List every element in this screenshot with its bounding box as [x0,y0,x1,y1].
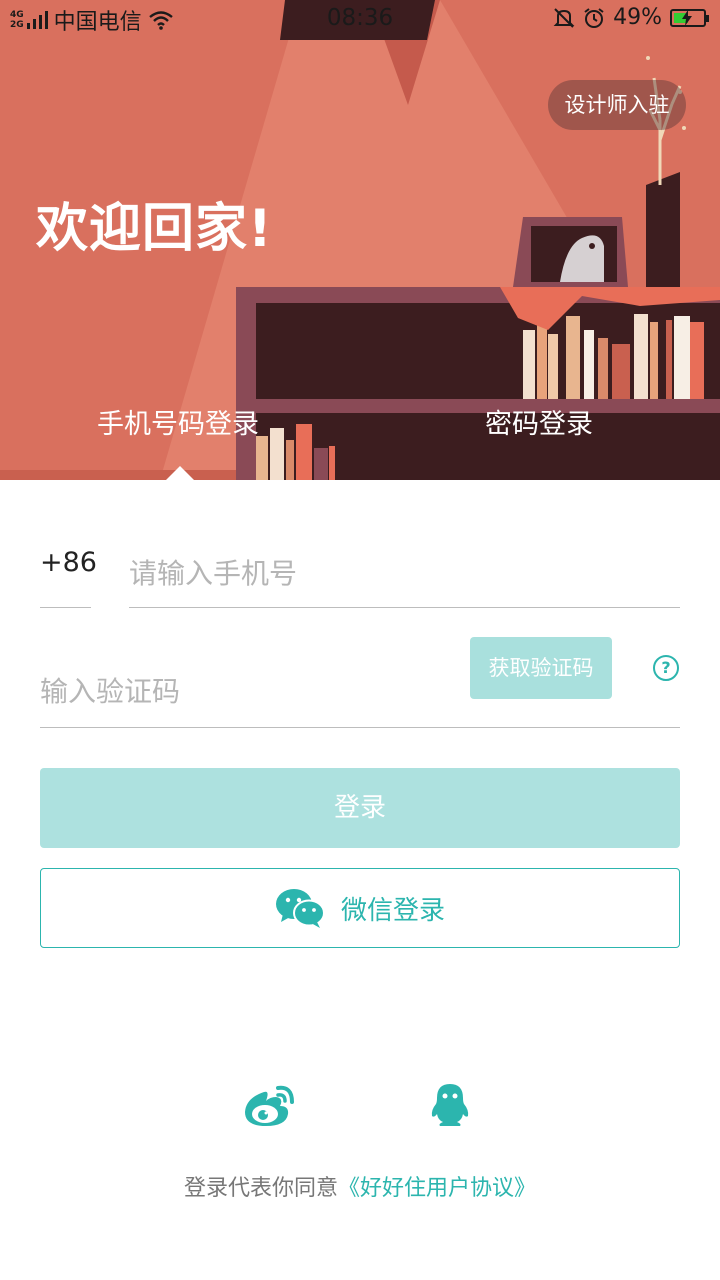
status-bar: 4G 2G 中国电信 08:36 49% [0,0,720,40]
status-right: 49% [553,5,709,30]
battery-icon [670,8,709,27]
tab-phone-login[interactable]: 手机号码登录 [97,402,259,441]
phone-input[interactable] [129,540,680,608]
designer-join-button[interactable]: 设计师入驻 [548,80,686,130]
charging-bolt-icon [682,9,692,26]
wechat-login-button[interactable]: 微信登录 [40,868,680,948]
qq-icon[interactable] [428,1082,472,1128]
agreement-text: 登录代表你同意《好好住用户协议》 [0,1170,720,1202]
mute-bell-icon [553,7,575,28]
country-code-underline [40,607,91,608]
alarm-icon [584,7,604,28]
tab-password-login[interactable]: 密码登录 [485,402,593,441]
header-illustration: 4G 2G 中国电信 08:36 49% 设计师入驻 欢迎回家! 手机号码登录 … [0,0,720,480]
weibo-icon[interactable] [242,1082,296,1128]
agreement-prefix: 登录代表你同意 [183,1176,338,1201]
help-icon[interactable]: ? [653,655,679,681]
country-code-selector[interactable]: +86 [40,547,97,578]
login-button[interactable]: 登录 [40,768,680,848]
wechat-login-label: 微信登录 [340,895,445,926]
active-tab-indicator [166,466,194,480]
welcome-title: 欢迎回家! [36,199,273,259]
get-code-button[interactable]: 获取验证码 [470,637,612,699]
user-agreement-link[interactable]: 《好好住用户协议》 [338,1176,536,1201]
battery-percent: 49% [613,5,662,30]
wechat-icon [275,889,325,928]
